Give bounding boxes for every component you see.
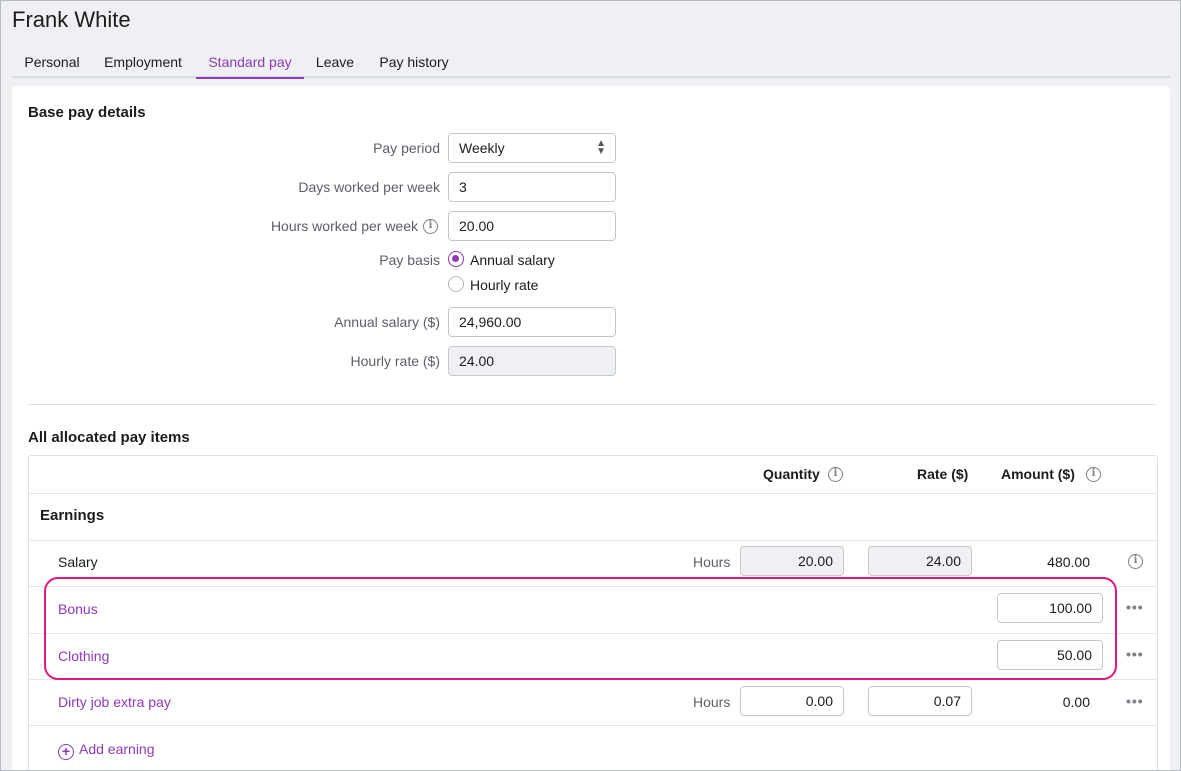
rate-column-header: Rate ($) (917, 466, 969, 482)
dirty-job-rate-input[interactable]: 0.07 (868, 686, 972, 716)
tab-standard-pay[interactable]: Standard pay (196, 48, 304, 79)
pay-items-heading: All allocated pay items (28, 429, 190, 446)
bonus-link[interactable]: Bonus (58, 601, 98, 617)
row-divider (29, 633, 1157, 634)
pay-basis-label: Pay basis (379, 252, 440, 268)
quantity-column-header: Quantity (763, 466, 820, 482)
pay-items-table: Quantity i Rate ($) Amount ($) i Earning… (28, 455, 1158, 771)
hourly-rate-radio-label[interactable]: Hourly rate (470, 277, 538, 293)
standard-pay-panel: Base pay details Pay period Weekly ▲ ▼ Da… (12, 86, 1170, 771)
hours-label: Hours worked per week (270, 218, 418, 234)
salary-amount: 480.00 (1047, 554, 1090, 570)
plus-circle-icon: + (58, 744, 74, 760)
dirty-job-link[interactable]: Dirty job extra pay (58, 694, 171, 710)
add-earning-button[interactable]: + Add earning (58, 741, 155, 760)
dirty-job-amount: 0.00 (1062, 694, 1090, 710)
info-icon[interactable]: i (828, 467, 843, 482)
row-divider (29, 679, 1157, 680)
pay-period-value: Weekly (459, 140, 505, 156)
annual-salary-radio-label[interactable]: Annual salary (470, 252, 555, 268)
hours-worked-input[interactable]: 20.00 (448, 211, 616, 241)
tab-bar: Personal Employment Standard pay Leave P… (12, 48, 1170, 79)
pay-period-select[interactable]: Weekly ▲ ▼ (448, 133, 616, 163)
row-divider (29, 586, 1157, 587)
add-earning-label: Add earning (79, 741, 155, 757)
info-icon[interactable]: i (423, 219, 438, 234)
pay-period-label: Pay period (373, 140, 440, 156)
salary-quantity-input: 20.00 (740, 546, 844, 576)
dirty-job-unit: Hours (693, 694, 731, 710)
annual-salary-input[interactable]: 24,960.00 (448, 307, 616, 337)
hourly-rate-input: 24.00 (448, 346, 616, 376)
base-pay-heading: Base pay details (28, 104, 146, 121)
annual-salary-radio[interactable] (448, 251, 464, 267)
hourly-rate-label: Hourly rate ($) (350, 353, 440, 369)
bonus-amount-input[interactable]: 100.00 (997, 593, 1103, 623)
row-divider (29, 493, 1157, 494)
dirty-job-quantity-input[interactable]: 0.00 (740, 686, 844, 716)
row-divider (29, 540, 1157, 541)
annual-salary-label: Annual salary ($) (334, 314, 440, 330)
more-options-icon[interactable]: ••• (1126, 646, 1144, 662)
chevron-updown-icon: ▲ ▼ (596, 138, 606, 157)
info-icon[interactable]: i (1086, 467, 1101, 482)
row-divider (29, 725, 1157, 726)
info-icon[interactable]: i (1128, 554, 1143, 569)
more-options-icon[interactable]: ••• (1126, 693, 1144, 709)
days-worked-input[interactable]: 3 (448, 172, 616, 202)
earnings-heading: Earnings (40, 507, 105, 524)
salary-unit: Hours (693, 554, 731, 570)
days-label: Days worked per week (298, 179, 440, 195)
clothing-amount-input[interactable]: 50.00 (997, 640, 1103, 670)
section-divider (28, 404, 1156, 405)
salary-rate-input: 24.00 (868, 546, 972, 576)
clothing-link[interactable]: Clothing (58, 648, 109, 664)
tab-pay-history[interactable]: Pay history (370, 48, 458, 78)
tab-employment[interactable]: Employment (96, 48, 190, 78)
salary-label: Salary (58, 554, 98, 570)
hourly-rate-radio[interactable] (448, 276, 464, 292)
tab-leave[interactable]: Leave (311, 48, 359, 78)
amount-column-header: Amount ($) (1001, 466, 1075, 482)
more-options-icon[interactable]: ••• (1126, 599, 1144, 615)
tab-personal[interactable]: Personal (12, 48, 92, 78)
page-title: Frank White (12, 7, 131, 32)
